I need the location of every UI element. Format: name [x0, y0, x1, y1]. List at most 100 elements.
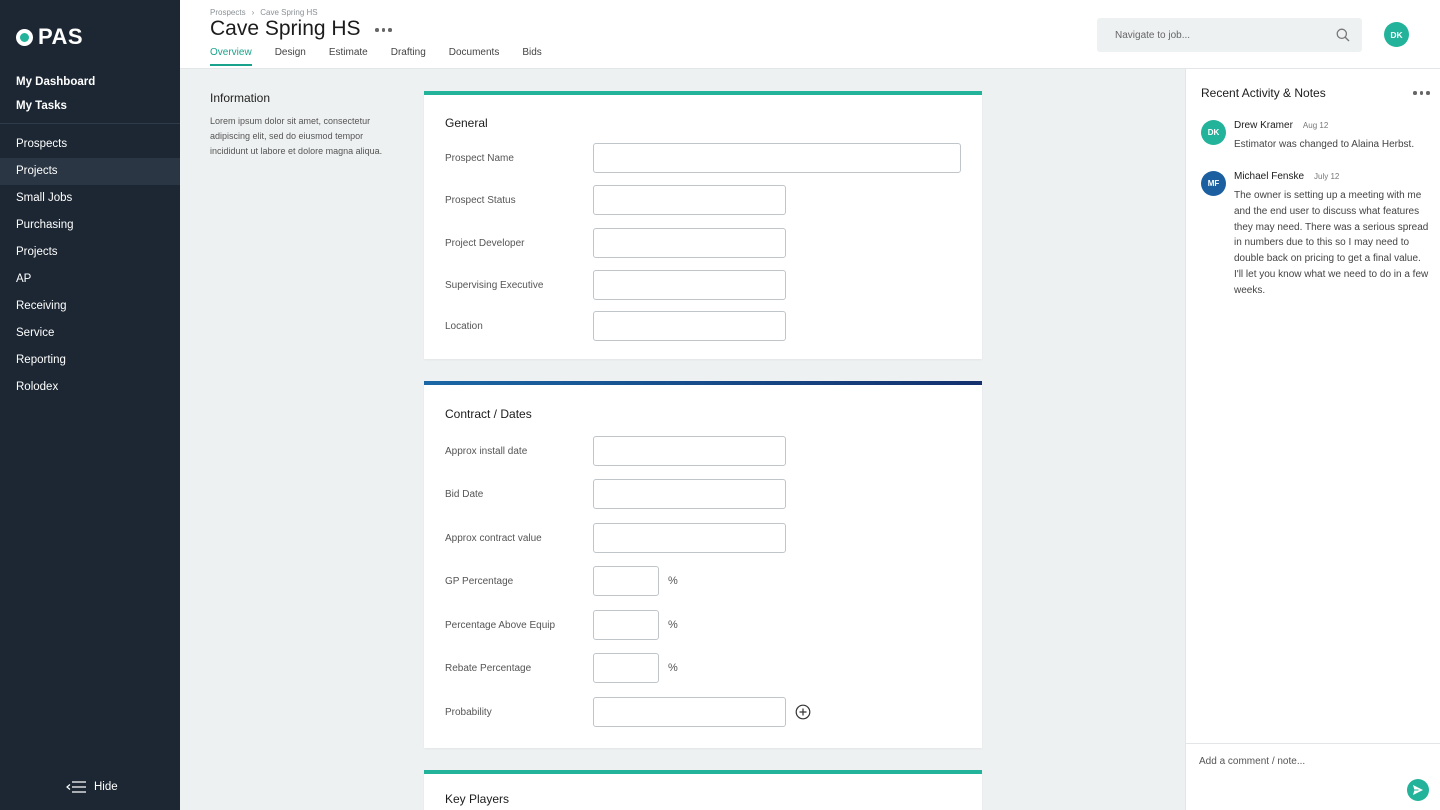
- breadcrumb: Prospects › Cave Spring HS: [210, 8, 318, 17]
- note-date: July 12: [1314, 172, 1340, 181]
- logo[interactable]: PAS: [16, 24, 83, 50]
- gp-percentage-unit: %: [668, 575, 678, 587]
- sidebar-item-projects-2[interactable]: Projects: [0, 239, 180, 266]
- send-comment-button[interactable]: [1407, 779, 1429, 801]
- job-search-input[interactable]: [1115, 18, 1325, 52]
- logo-text: PAS: [38, 24, 84, 49]
- supervising-executive-input[interactable]: [593, 270, 786, 300]
- approx-install-date-input[interactable]: [593, 436, 786, 466]
- percentage-above-equip-input[interactable]: [593, 610, 659, 640]
- percentage-above-equip-label: Percentage Above Equip: [445, 619, 556, 631]
- contract-dates-card: Contract / Dates Approx install date Bid…: [424, 381, 982, 748]
- sidebar-item-reporting[interactable]: Reporting: [0, 347, 180, 374]
- job-search: [1097, 18, 1362, 52]
- collapse-menu-icon: [66, 781, 86, 793]
- add-circle-icon[interactable]: [795, 704, 811, 720]
- key-players-title: Key Players: [445, 792, 510, 806]
- sidebar-item-rolodex[interactable]: Rolodex: [0, 374, 180, 401]
- search-icon[interactable]: [1336, 28, 1350, 42]
- page-title: Cave Spring HS: [210, 17, 361, 40]
- sidebar-item-projects[interactable]: Projects: [0, 158, 180, 185]
- comment-box: [1186, 743, 1440, 810]
- probability-input[interactable]: [593, 697, 786, 727]
- activity-title: Recent Activity & Notes: [1201, 86, 1326, 100]
- location-row: Location: [445, 311, 786, 341]
- sidebar-item-receiving[interactable]: Receiving: [0, 293, 180, 320]
- probability-row: Probability: [445, 697, 811, 727]
- rebate-percentage-label: Rebate Percentage: [445, 662, 532, 674]
- prospect-name-input[interactable]: [593, 143, 961, 173]
- user-avatar[interactable]: DK: [1384, 22, 1409, 47]
- activity-panel: Recent Activity & Notes DK Drew Kramer A…: [1185, 69, 1440, 810]
- contract-dates-title: Contract / Dates: [445, 407, 532, 421]
- general-card: General Prospect Name Prospect Status Pr…: [424, 91, 982, 359]
- prospect-name-label: Prospect Name: [445, 152, 514, 164]
- activity-note: MF Michael Fenske July 12 The owner is s…: [1201, 171, 1431, 301]
- tab-design[interactable]: Design: [275, 47, 306, 66]
- breadcrumb-separator: ›: [251, 8, 255, 17]
- title-more-options-icon[interactable]: [375, 28, 392, 32]
- sidebar-item-my-dashboard[interactable]: My Dashboard: [0, 70, 180, 94]
- sidebar-top-nav: My Dashboard My Tasks: [0, 70, 180, 118]
- information-text: Lorem ipsum dolor sit amet, consectetur …: [210, 116, 383, 156]
- note-body: Estimator was changed to Alaina Herbst.: [1234, 139, 1415, 150]
- prospect-status-input[interactable]: [593, 185, 786, 215]
- tab-estimate[interactable]: Estimate: [329, 47, 368, 66]
- approx-install-date-row: Approx install date: [445, 436, 786, 466]
- sidebar: PAS My Dashboard My Tasks Prospects Proj…: [0, 0, 180, 810]
- prospect-status-label: Prospect Status: [445, 194, 516, 206]
- note-header: Michael Fenske July 12: [1234, 171, 1339, 182]
- bid-date-row: Bid Date: [445, 479, 786, 509]
- supervising-executive-label: Supervising Executive: [445, 279, 544, 291]
- sidebar-item-purchasing[interactable]: Purchasing: [0, 212, 180, 239]
- approx-contract-value-row: Approx contract value: [445, 523, 786, 553]
- tab-documents[interactable]: Documents: [449, 47, 500, 66]
- probability-label: Probability: [445, 706, 492, 718]
- note-author: Drew Kramer: [1234, 120, 1293, 131]
- project-developer-input[interactable]: [593, 228, 786, 258]
- note-avatar: MF: [1201, 171, 1226, 196]
- breadcrumb-current: Cave Spring HS: [260, 8, 318, 17]
- hide-label: Hide: [94, 781, 118, 793]
- bid-date-input[interactable]: [593, 479, 786, 509]
- general-title: General: [445, 116, 488, 130]
- location-label: Location: [445, 320, 483, 332]
- activity-more-options-icon[interactable]: [1413, 91, 1430, 95]
- gp-percentage-label: GP Percentage: [445, 575, 514, 587]
- supervising-executive-row: Supervising Executive: [445, 270, 786, 300]
- gp-percentage-input[interactable]: [593, 566, 659, 596]
- sidebar-item-service[interactable]: Service: [0, 320, 180, 347]
- rebate-percentage-row: Rebate Percentage %: [445, 653, 678, 683]
- tab-bids[interactable]: Bids: [522, 47, 541, 66]
- tab-bar: Overview Design Estimate Drafting Docume…: [210, 47, 542, 66]
- hide-sidebar-button[interactable]: Hide: [66, 781, 118, 793]
- sidebar-divider: [0, 123, 180, 124]
- note-date: Aug 12: [1302, 121, 1329, 130]
- sidebar-item-my-tasks[interactable]: My Tasks: [0, 94, 180, 118]
- key-players-card: Key Players: [424, 770, 982, 810]
- note-header: Drew Kramer Aug 12: [1234, 120, 1328, 131]
- breadcrumb-parent[interactable]: Prospects: [210, 8, 246, 17]
- gp-percentage-row: GP Percentage %: [445, 566, 678, 596]
- note-body: The owner is setting up a meeting with m…: [1234, 190, 1429, 296]
- prospect-status-row: Prospect Status: [445, 185, 786, 215]
- project-developer-row: Project Developer: [445, 228, 786, 258]
- comment-input[interactable]: [1199, 756, 1399, 767]
- send-icon: [1413, 785, 1423, 795]
- prospect-name-row: Prospect Name: [445, 143, 961, 173]
- approx-contract-value-label: Approx contract value: [445, 532, 542, 544]
- location-input[interactable]: [593, 311, 786, 341]
- tab-overview[interactable]: Overview: [210, 47, 252, 66]
- approx-contract-value-input[interactable]: [593, 523, 786, 553]
- rebate-percentage-input[interactable]: [593, 653, 659, 683]
- logo-mark-icon: [16, 28, 33, 46]
- sidebar-item-prospects[interactable]: Prospects: [0, 131, 180, 158]
- sidebar-item-small-jobs[interactable]: Small Jobs: [0, 185, 180, 212]
- note-avatar: DK: [1201, 120, 1226, 145]
- sidebar-main-nav: Prospects Projects Small Jobs Purchasing…: [0, 131, 180, 401]
- activity-note: DK Drew Kramer Aug 12 Estimator was chan…: [1201, 120, 1431, 160]
- rebate-percentage-unit: %: [668, 662, 678, 674]
- sidebar-item-ap[interactable]: AP: [0, 266, 180, 293]
- tab-drafting[interactable]: Drafting: [391, 47, 426, 66]
- information-heading: Information: [210, 91, 271, 105]
